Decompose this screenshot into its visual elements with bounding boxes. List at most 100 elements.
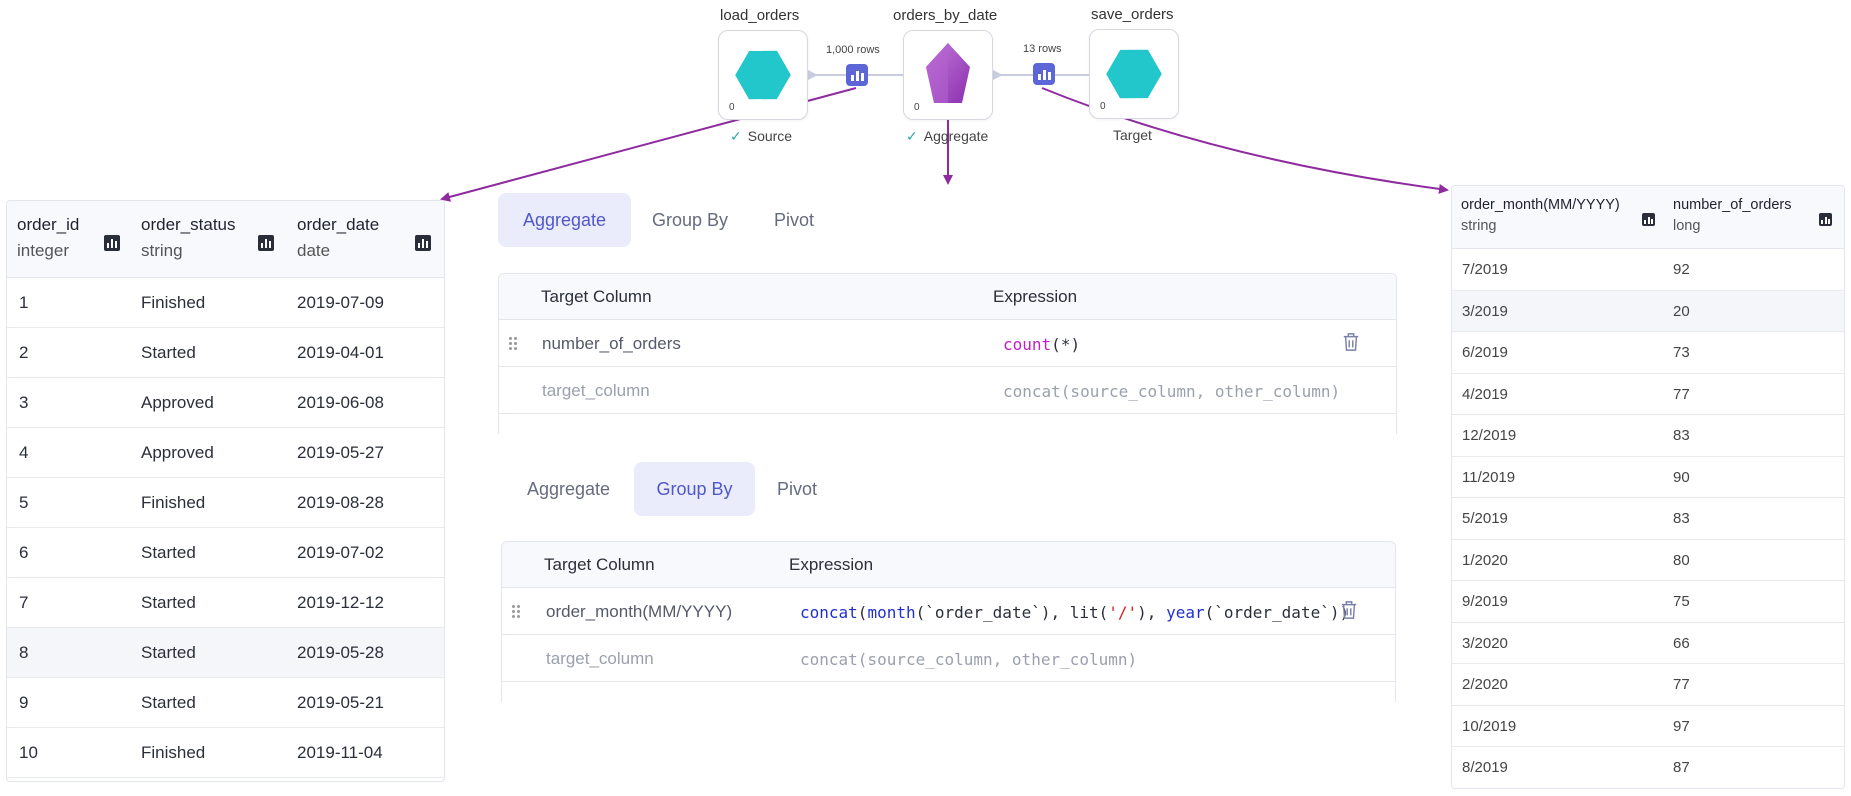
table-cell: 2019-07-02 [297,543,384,562]
node-name-orders-by-date: orders_by_date [893,7,998,24]
column-stats-icon[interactable] [258,235,274,251]
drag-handle-icon[interactable] [512,605,520,619]
table-row[interactable]: 2/2020 77 [1452,664,1844,706]
table-cell: 77 [1673,385,1690,403]
table-row[interactable]: 10 Finished 2019-11-04 [7,728,444,778]
table-row[interactable]: 10/2019 97 [1452,706,1844,747]
table-row[interactable]: 8 Started 2019-05-28 [7,628,444,678]
column-stats-icon[interactable] [104,235,120,251]
node-orders-by-date[interactable]: 0 [903,30,993,120]
table-cell: 80 [1673,551,1690,569]
column-header-order-date[interactable]: order_date date [297,215,379,261]
trash-icon[interactable] [1342,332,1360,352]
column-stats-icon[interactable] [1819,213,1832,226]
column-header-order-id[interactable]: order_id integer [17,215,79,261]
table-row[interactable]: 6 Started 2019-07-02 [7,528,444,578]
expression-row[interactable]: order_month(MM/YYYY) concat(month(`order… [502,588,1395,635]
node-status-aggregate: ✓ Aggregate [906,128,988,145]
table-row[interactable]: 5 Finished 2019-08-28 [7,478,444,528]
table-cell: 92 [1673,261,1690,278]
table-cell: 87 [1673,759,1690,776]
node-name-save-orders: save_orders [1091,6,1174,23]
target-column-placeholder[interactable]: target_column [546,649,654,669]
column-header-order-month[interactable]: order_month(MM/YYYY) string [1461,197,1620,234]
table-row[interactable]: 3 Approved 2019-06-08 [7,378,444,428]
expression-input[interactable]: concat(month(`order_date`), lit('/'), ye… [800,603,1349,622]
groupby-expression-panel: Target Column Expression order_month(MM/… [501,541,1396,702]
tab-aggregate[interactable]: Aggregate [510,462,627,516]
expression-placeholder-row[interactable]: target_column concat(source_column, othe… [499,367,1396,414]
expression-placeholder[interactable]: concat(source_column, other_column) [1003,382,1340,401]
table-row[interactable]: 5/2019 83 [1452,498,1844,540]
table-cell: 2019-05-21 [297,693,384,712]
table-row[interactable]: 7 Started 2019-12-12 [7,578,444,628]
target-column-placeholder[interactable]: target_column [542,381,650,401]
table-cell: 7 [19,593,29,612]
node-status-target: Target [1113,127,1152,143]
column-header-number-of-orders[interactable]: number_of_orders long [1673,197,1792,234]
table-row[interactable]: 1/2020 80 [1452,540,1844,581]
table-row[interactable]: 6/2019 73 [1452,332,1844,374]
trash-icon[interactable] [1340,600,1358,620]
tab-pivot[interactable]: Pivot [750,193,838,247]
table-cell: 2019-07-09 [297,293,384,312]
expression-input[interactable]: count(*) [1003,335,1080,354]
tab-group-by[interactable]: Group By [634,462,755,516]
header-target-column: Target Column [544,555,655,574]
table-cell: 7/2019 [1462,261,1508,278]
tab-pivot[interactable]: Pivot [763,462,831,516]
table-row[interactable]: 11/2019 90 [1452,457,1844,498]
node-load-orders[interactable]: 0 [718,30,808,120]
table-cell: 4 [19,443,29,462]
table-cell: 3 [19,393,29,412]
panel-header: Target Column Expression [499,274,1396,320]
table-cell: 8 [19,643,29,662]
node-count: 0 [914,102,920,113]
node-save-orders[interactable]: 0 [1089,29,1179,119]
table-cell: 2 [19,343,29,362]
tab-group-by[interactable]: Group By [640,193,740,247]
table-row[interactable]: 3/2020 66 [1452,623,1844,664]
target-column-input[interactable]: order_month(MM/YYYY) [546,602,732,622]
connection-data-button-1[interactable] [846,64,868,86]
header-expression: Expression [993,287,1078,306]
table-cell: 97 [1673,717,1690,735]
connector-cap-1 [808,70,818,80]
table-cell: 83 [1673,510,1690,527]
target-column-input[interactable]: number_of_orders [542,334,681,354]
table-row[interactable]: 4 Approved 2019-05-27 [7,428,444,478]
table-cell: 6 [19,543,29,562]
table-cell: 83 [1673,427,1690,444]
check-icon: ✓ [906,128,918,144]
table-row[interactable]: 3/2019 20 [1452,290,1844,332]
table-row[interactable]: 9 Started 2019-05-21 [7,678,444,728]
table-cell: 66 [1673,634,1690,652]
table-cell: 4/2019 [1462,385,1508,403]
column-stats-icon[interactable] [415,235,431,251]
table-cell: 1/2020 [1462,551,1508,569]
result-data-table: order_month(MM/YYYY) string number_of_or… [1451,185,1845,789]
table-row[interactable]: 1 Finished 2019-07-09 [7,278,444,328]
table-cell: 3/2020 [1462,634,1508,652]
expression-row[interactable]: number_of_orders count(*) [499,320,1396,367]
table-row[interactable]: 7/2019 92 [1452,249,1844,291]
table-cell: 3/2019 [1462,302,1508,320]
table-cell: Finished [141,293,206,312]
connector-cap-2 [993,70,1003,80]
table-row[interactable]: 4/2019 77 [1452,374,1844,415]
expression-placeholder[interactable]: concat(source_column, other_column) [800,650,1137,669]
expression-placeholder-row[interactable]: target_column concat(source_column, othe… [502,635,1395,682]
table-cell: 2019-05-28 [297,643,384,662]
table-row[interactable]: 9/2019 75 [1452,581,1844,623]
table-row[interactable]: 8/2019 87 [1452,747,1844,788]
node-status-label: Source [747,128,793,144]
table-cell: 2019-06-08 [297,393,384,412]
drag-handle-icon[interactable] [509,337,517,351]
column-stats-icon[interactable] [1642,213,1655,226]
connection-data-button-2[interactable] [1033,63,1055,85]
table-cell: 10/2019 [1462,717,1517,735]
column-header-order-status[interactable]: order_status string [141,215,236,261]
table-row[interactable]: 12/2019 83 [1452,415,1844,457]
table-row[interactable]: 2 Started 2019-04-01 [7,328,444,378]
tab-aggregate[interactable]: Aggregate [498,193,631,247]
